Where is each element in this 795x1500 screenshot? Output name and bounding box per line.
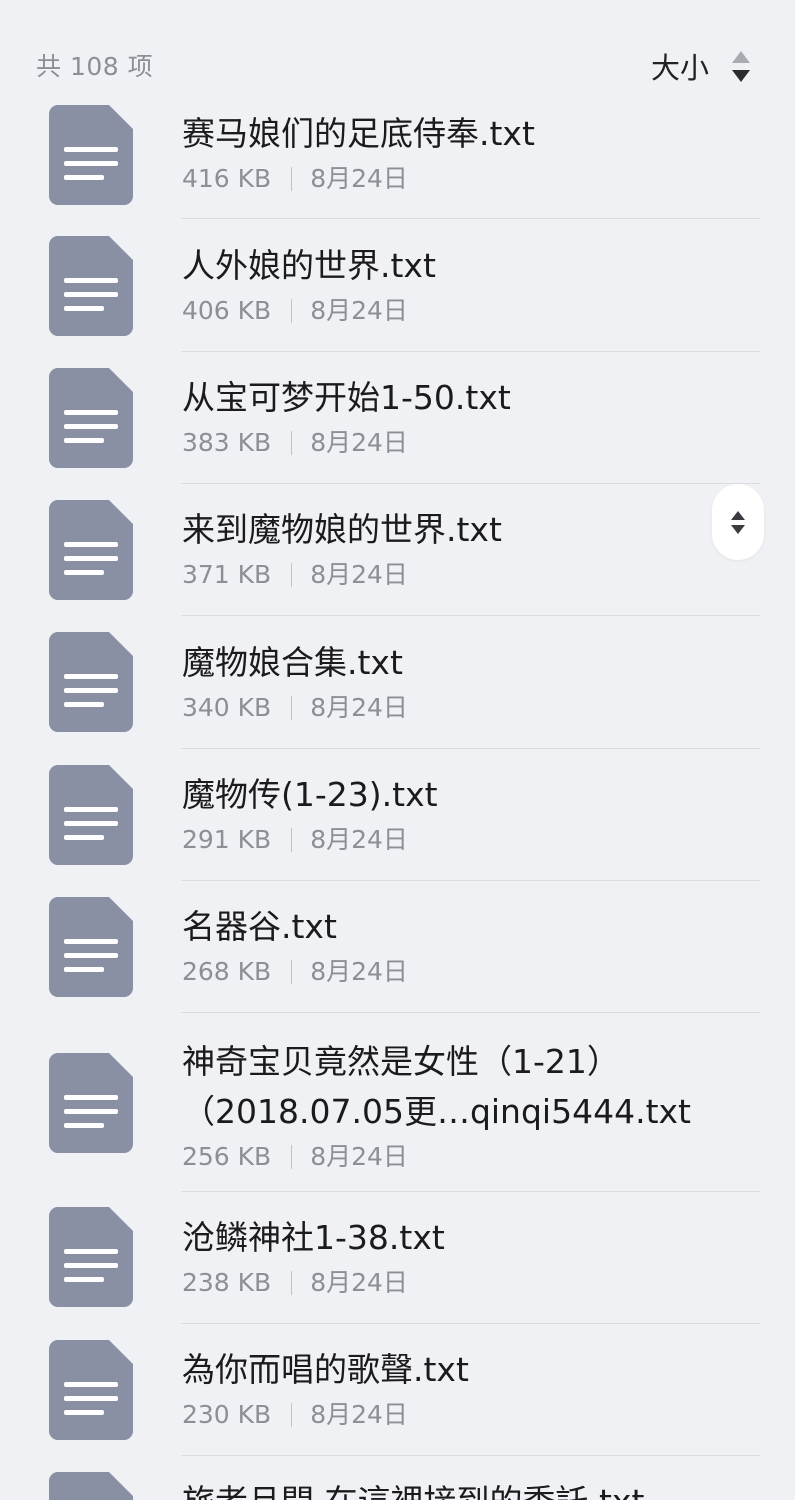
document-icon — [49, 105, 133, 205]
document-icon — [49, 500, 133, 600]
list-item[interactable]: 魔物传(1-23).txt 291 KB 8月24日 — [0, 749, 795, 881]
file-size: 340 KB — [182, 693, 272, 722]
file-name-line-2: （2018.07.05更…qinqi5444.txt — [182, 1092, 691, 1131]
list-item[interactable]: 神奇宝贝竟然是女性（1-21） （2018.07.05更…qinqi5444.t… — [0, 1013, 795, 1192]
file-size: 383 KB — [182, 428, 272, 457]
list-item[interactable]: 赛马娘们的足底侍奉.txt 416 KB 8月24日 — [0, 85, 795, 219]
file-date: 8月24日 — [310, 693, 408, 722]
file-name: 人外娘的世界.txt — [182, 246, 436, 285]
file-size: 406 KB — [182, 296, 272, 325]
file-name: 来到魔物娘的世界.txt — [182, 510, 502, 549]
file-name: 赛马娘们的足底侍奉.txt — [182, 114, 535, 153]
file-size: 268 KB — [182, 957, 272, 986]
list-item[interactable]: 名器谷.txt 268 KB 8月24日 — [0, 881, 795, 1013]
file-name: 為你而唱的歌聲.txt — [182, 1350, 469, 1389]
file-name: 魔物娘合集.txt — [182, 643, 403, 682]
file-date: 8月24日 — [310, 428, 408, 457]
file-date: 8月24日 — [310, 1268, 408, 1297]
file-date: 8月24日 — [310, 1142, 408, 1171]
document-icon — [49, 1340, 133, 1440]
list-header: 共 108 项 大小 — [0, 0, 795, 105]
file-date: 8月24日 — [310, 957, 408, 986]
document-icon — [49, 765, 133, 865]
file-name-line-1: 神奇宝贝竟然是女性（1-21） — [182, 1042, 620, 1081]
list-item[interactable]: 沧鳞神社1-38.txt 238 KB 8月24日 — [0, 1192, 795, 1324]
item-count: 共 108 项 — [36, 52, 154, 81]
list-item[interactable]: 从宝可梦开始1-50.txt 383 KB 8月24日 — [0, 352, 795, 484]
document-icon — [49, 1472, 133, 1500]
document-icon — [49, 897, 133, 997]
list-item[interactable]: 魔物娘合集.txt 340 KB 8月24日 — [0, 616, 795, 749]
file-date: 8月24日 — [310, 296, 408, 325]
file-name: 沧鳞神社1-38.txt — [182, 1218, 445, 1257]
file-date: 8月24日 — [310, 1400, 408, 1429]
file-name: 旅者旦間 在這裡接到的委託.txt — [182, 1475, 759, 1500]
document-icon — [49, 368, 133, 468]
document-icon — [49, 1207, 133, 1307]
file-name: 从宝可梦开始1-50.txt — [182, 378, 511, 417]
sort-control[interactable]: 大小 — [651, 46, 751, 90]
file-size: 416 KB — [182, 164, 272, 193]
file-list: 赛马娘们的足底侍奉.txt 416 KB 8月24日 人外娘的世界.txt 406… — [0, 85, 795, 1500]
file-size: 230 KB — [182, 1400, 272, 1429]
list-item[interactable]: 為你而唱的歌聲.txt 230 KB 8月24日 — [0, 1324, 795, 1456]
file-browser-screen: 共 108 项 大小 赛马娘们的足底侍奉.txt 416 KB8月24日 人外 — [0, 0, 795, 1500]
document-icon — [49, 1053, 133, 1153]
list-item[interactable]: 旅者旦間 在這裡接到的委託.txt — [0, 1456, 795, 1500]
file-date: 8月24日 — [310, 825, 408, 854]
file-size: 256 KB — [182, 1142, 272, 1171]
file-size: 371 KB — [182, 560, 272, 589]
file-date: 8月24日 — [310, 560, 408, 589]
file-size: 238 KB — [182, 1268, 272, 1297]
file-name: 名器谷.txt — [182, 907, 337, 946]
file-date: 8月24日 — [310, 164, 408, 193]
sort-order-icon — [731, 51, 751, 85]
document-icon — [49, 632, 133, 732]
file-name: 魔物传(1-23).txt — [182, 775, 438, 814]
sort-label: 大小 — [650, 51, 709, 85]
fast-scroll-handle[interactable] — [712, 484, 764, 560]
file-size: 291 KB — [182, 825, 272, 854]
list-item[interactable]: 来到魔物娘的世界.txt 371 KB 8月24日 — [0, 484, 795, 616]
document-icon — [49, 236, 133, 336]
list-item[interactable]: 人外娘的世界.txt 406 KB 8月24日 — [0, 219, 795, 352]
